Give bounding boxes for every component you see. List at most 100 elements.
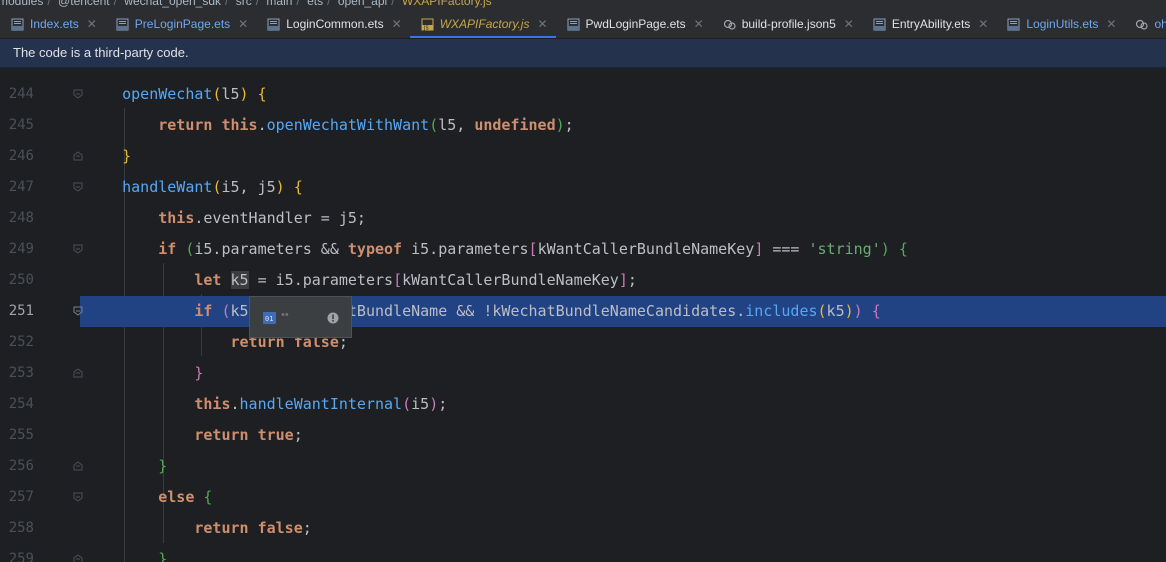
close-icon[interactable]: ✕ — [1106, 17, 1116, 31]
fold-marker-icon[interactable] — [73, 244, 83, 254]
line-number: 253 — [8, 365, 34, 381]
svg-text:01: 01 — [265, 315, 273, 323]
code-line[interactable]: 254 this.handleWantInternal(i5); — [0, 389, 1166, 420]
tab-label: EntryAbility.ets — [891, 17, 971, 31]
warning-icon[interactable] — [327, 311, 339, 329]
code-text: if (i5.parameters && typeof i5.parameter… — [158, 240, 908, 258]
line-number: 258 — [8, 520, 34, 536]
tab-label: oh-package-lock.json5 — [1154, 17, 1166, 31]
code-line[interactable]: 247 handleWant(i5, j5) { — [0, 172, 1166, 203]
ets-file-icon — [873, 18, 886, 31]
code-line[interactable]: 253 } — [0, 358, 1166, 389]
breadcrumb-current[interactable]: WXAPIFactory.js — [402, 0, 492, 8]
code-editor[interactable]: } 244 openWechat(l5) { 245 return this.o… — [0, 68, 1166, 562]
fold-end-marker-icon[interactable] — [73, 461, 83, 471]
tab-login-common[interactable]: LoginCommon.ets ✕ — [256, 10, 409, 38]
code-line[interactable]: 257 else { — [0, 482, 1166, 513]
line-number: 251 — [8, 303, 34, 319]
js-file-icon: JS — [421, 18, 434, 31]
code-text: } — [194, 364, 204, 382]
code-text: openWechat(l5) { — [122, 85, 267, 103]
code-line[interactable]: 259 } — [0, 544, 1166, 562]
tab-login-utils[interactable]: LoginUtils.ets ✕ — [996, 10, 1124, 38]
breadcrumb-item[interactable]: src — [236, 0, 252, 8]
code-text: return true; — [194, 426, 303, 444]
json-file-icon — [1135, 18, 1149, 31]
code-line[interactable]: 252 return false; — [0, 327, 1166, 358]
line-number: 246 — [8, 148, 34, 164]
code-line-selected[interactable]: 251 if (k5 !== kWechatBundleName && !kWe… — [0, 296, 1166, 327]
code-line[interactable]: 258 return false; — [0, 513, 1166, 544]
tab-label: PwdLoginPage.ets — [585, 17, 686, 31]
code-line[interactable]: 245 return this.openWechatWithWant(l5, u… — [0, 110, 1166, 141]
ellipsis-icon[interactable]: •• — [281, 309, 289, 321]
code-line[interactable]: 256 } — [0, 451, 1166, 482]
line-number: 244 — [8, 86, 34, 102]
code-line[interactable]: 249 if (i5.parameters && typeof i5.param… — [0, 234, 1166, 265]
svg-text:JS: JS — [423, 25, 429, 31]
line-number: 248 — [8, 210, 34, 226]
editor-tab-bar: Index.ets ✕ PreLoginPage.ets ✕ LoginComm… — [0, 10, 1166, 39]
code-line: } — [0, 68, 1166, 74]
code-line[interactable]: 248 this.eventHandler = j5; — [0, 203, 1166, 234]
tab-entry-ability[interactable]: EntryAbility.ets ✕ — [862, 10, 997, 38]
breadcrumb-item[interactable]: modules — [0, 0, 43, 8]
ets-file-icon — [567, 18, 580, 31]
breadcrumb-item[interactable]: @tencent — [58, 0, 110, 8]
close-icon[interactable]: ✕ — [694, 17, 704, 31]
binary-icon[interactable]: 01 — [263, 311, 276, 329]
breadcrumb-item[interactable]: open_api — [338, 0, 387, 8]
code-text: } — [122, 147, 132, 165]
tab-wxapifactory[interactable]: JS WXAPIFactory.js ✕ — [409, 10, 556, 38]
ets-file-icon — [1007, 18, 1020, 31]
code-text: this.eventHandler = j5; — [158, 209, 366, 227]
breadcrumb: modules / @tencent / wechat_open_sdk / src /… — [0, 0, 1166, 10]
fold-marker-icon[interactable] — [73, 492, 83, 502]
tab-label: build-profile.json5 — [741, 17, 836, 31]
tab-index-ets[interactable]: Index.ets ✕ — [0, 10, 105, 38]
close-icon[interactable]: ✕ — [392, 17, 402, 31]
code-text: handleWant(i5, j5) { — [122, 178, 303, 196]
breadcrumb-item[interactable]: main — [266, 0, 292, 8]
line-number: 259 — [8, 551, 34, 562]
tab-label: LoginUtils.ets — [1026, 17, 1099, 31]
tab-oh-package-lock[interactable]: oh-package-lock.json5 — [1124, 10, 1166, 38]
close-icon[interactable]: ✕ — [844, 17, 854, 31]
line-number: 247 — [8, 179, 34, 195]
code-line[interactable]: 244 openWechat(l5) { — [0, 79, 1166, 110]
line-number: 254 — [8, 396, 34, 412]
close-icon[interactable]: ✕ — [537, 17, 547, 31]
line-number: 250 — [8, 272, 34, 288]
line-number: 255 — [8, 427, 34, 443]
breadcrumb-item[interactable]: wechat_open_sdk — [124, 0, 221, 8]
tab-pwd-login-page[interactable]: PwdLoginPage.ets ✕ — [556, 10, 712, 38]
code-text: } — [158, 550, 168, 562]
close-icon[interactable]: ✕ — [238, 17, 248, 31]
fold-marker-icon[interactable] — [73, 306, 83, 316]
line-number: 257 — [8, 489, 34, 505]
fold-marker-icon[interactable] — [73, 182, 83, 192]
fold-end-marker-icon[interactable] — [73, 554, 83, 562]
tab-label: LoginCommon.ets — [286, 17, 384, 31]
tab-build-profile[interactable]: build-profile.json5 ✕ — [712, 10, 862, 38]
close-icon[interactable]: ✕ — [87, 17, 97, 31]
tab-label: Index.ets — [30, 17, 79, 31]
json-file-icon — [723, 18, 736, 31]
ets-file-icon — [116, 18, 129, 31]
code-line[interactable]: 250 let k5 = i5.parameters[kWantCallerBu… — [0, 265, 1166, 296]
line-number: 252 — [8, 334, 34, 350]
inline-hint-popup[interactable]: 01 •• — [249, 296, 352, 338]
close-icon[interactable]: ✕ — [978, 17, 988, 31]
breadcrumb-item[interactable]: ets — [307, 0, 323, 8]
code-text: if (k5 !== kWechatBundleName && !kWechat… — [194, 302, 881, 320]
fold-marker-icon[interactable] — [73, 89, 83, 99]
fold-end-marker-icon[interactable] — [73, 368, 83, 378]
code-text: return this.openWechatWithWant(l5, undef… — [158, 116, 574, 134]
tab-prelogin-page[interactable]: PreLoginPage.ets ✕ — [105, 10, 256, 38]
fold-end-marker-icon[interactable] — [73, 151, 83, 161]
code-line[interactable]: 246 } — [0, 141, 1166, 172]
code-text: this.handleWantInternal(i5); — [194, 395, 448, 413]
code-line[interactable]: 255 return true; — [0, 420, 1166, 451]
code-text: let k5 = i5.parameters[kWantCallerBundle… — [194, 271, 637, 289]
tab-label: PreLoginPage.ets — [134, 17, 231, 31]
